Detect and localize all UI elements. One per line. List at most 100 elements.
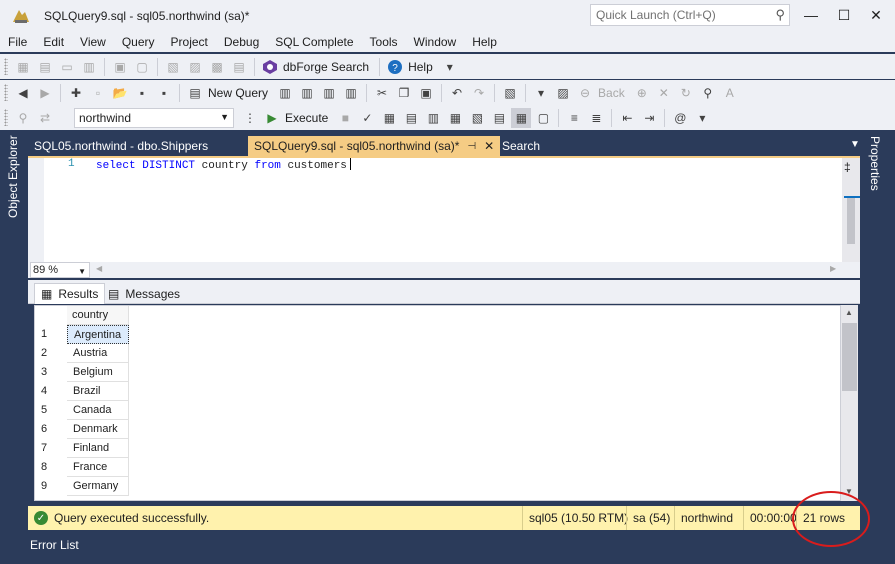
close-icon[interactable]: ✕ [484, 139, 494, 153]
grid-cell[interactable]: France [67, 458, 129, 477]
tab-search[interactable]: Search [496, 136, 546, 156]
scroll-thumb[interactable] [847, 198, 855, 244]
quick-launch-input[interactable]: Quick Launch (Ctrl+Q) ⚲ [590, 4, 790, 26]
back-button[interactable]: Back [598, 86, 625, 100]
report-icon[interactable]: ▩ [207, 57, 227, 77]
table-row[interactable]: 5 Canada [35, 401, 135, 420]
menu-edit[interactable]: Edit [35, 32, 72, 52]
help-button[interactable]: Help [408, 60, 433, 74]
split-icon[interactable]: ‡ [844, 160, 851, 174]
table-row[interactable]: 7 Finland [35, 439, 135, 458]
tab-messages[interactable]: ▤ Messages [102, 283, 186, 304]
redo-icon[interactable]: ↷ [469, 83, 489, 103]
dmx-query-icon[interactable]: ▥ [297, 83, 317, 103]
grid-cell[interactable]: Brazil [67, 382, 129, 401]
scroll-left-icon[interactable]: ◀ [96, 264, 102, 273]
menu-tools[interactable]: Tools [362, 32, 406, 52]
error-list-tab[interactable]: Error List [30, 538, 79, 552]
comment-icon[interactable]: ≡ [564, 108, 584, 128]
grid-cell[interactable]: Germany [67, 477, 129, 496]
results-to-grid-icon[interactable]: ▦ [511, 107, 532, 128]
chevron-down-icon[interactable]: ▾ [692, 108, 712, 128]
zoom-select[interactable]: 89 % ▼ [30, 262, 90, 278]
menu-project[interactable]: Project [163, 32, 216, 52]
cut-icon[interactable]: ✂ [372, 83, 392, 103]
toolbar-grip[interactable] [4, 58, 8, 75]
pin-icon[interactable]: ⊣ [467, 141, 476, 152]
results-to-file-icon[interactable]: ▢ [533, 108, 553, 128]
scroll-up-icon[interactable]: ▲ [845, 308, 853, 317]
paste-icon[interactable]: ▣ [416, 83, 436, 103]
grid-cell[interactable]: Canada [67, 401, 129, 420]
menu-view[interactable]: View [72, 32, 114, 52]
solution-dropdown-icon[interactable]: ▾ [531, 83, 551, 103]
save-all-icon[interactable]: ▪ [154, 83, 174, 103]
forward-icon[interactable]: ⊕ [632, 83, 652, 103]
grid-icon[interactable]: ▤ [35, 57, 55, 77]
open-file-icon[interactable]: 📂 [110, 83, 130, 103]
estimated-plan-icon[interactable]: ▦ [379, 108, 399, 128]
connect-icon[interactable]: ⚲ [13, 108, 33, 128]
table-row[interactable]: 1 Argentina [35, 325, 135, 344]
navigate-forward-icon[interactable]: ▶ [35, 83, 55, 103]
object-explorer-tab[interactable]: Object Explorer [6, 135, 20, 218]
refresh-icon[interactable]: ↻ [676, 83, 696, 103]
add-item-icon[interactable]: ▫ [88, 83, 108, 103]
save-icon[interactable]: ▪ [132, 83, 152, 103]
grid-cell[interactable]: Finland [67, 439, 129, 458]
include-plan-icon[interactable]: ▦ [445, 108, 465, 128]
dbforge-search-button[interactable]: dbForge Search [283, 60, 369, 74]
results-to-text-icon[interactable]: ▤ [489, 108, 509, 128]
column-header-country[interactable]: country [67, 306, 129, 325]
columns-icon[interactable]: ▥ [79, 57, 99, 77]
sql-file-icon[interactable]: ▢ [132, 57, 152, 77]
database-select[interactable]: northwind ▼ [74, 107, 234, 128]
table-row[interactable]: 4 Brazil [35, 382, 135, 401]
new-project-icon[interactable]: ✚ [66, 83, 86, 103]
chevron-down-icon[interactable]: ▾ [440, 57, 460, 77]
close-window-button[interactable]: ✕ [864, 4, 888, 26]
find-in-files-icon[interactable]: ▨ [553, 83, 573, 103]
dax-query-icon[interactable]: ▥ [341, 83, 361, 103]
uncomment-icon[interactable]: ≣ [586, 108, 606, 128]
new-query-button[interactable]: New Query [208, 86, 268, 100]
font-size-icon[interactable]: A [720, 83, 740, 103]
sync-icon[interactable]: ▨ [185, 57, 205, 77]
grid-cell[interactable]: Belgium [67, 363, 129, 382]
grid-cell[interactable]: Denmark [67, 420, 129, 439]
menu-help[interactable]: Help [464, 32, 505, 52]
cancel-query-icon[interactable]: ■ [335, 108, 355, 128]
find-icon[interactable]: ⚲ [698, 83, 718, 103]
compare-icon[interactable]: ▧ [163, 57, 183, 77]
query-editor[interactable]: 1 select DISTINCT country from customers [28, 158, 860, 262]
table-row[interactable]: 3 Belgium [35, 363, 135, 382]
table-row[interactable]: 2 Austria [35, 344, 135, 363]
grid-cell[interactable]: Austria [67, 344, 129, 363]
activity-monitor-icon[interactable]: ▧ [500, 83, 520, 103]
copy-icon[interactable]: ❐ [394, 83, 414, 103]
table-row[interactable]: 8 France [35, 458, 135, 477]
grid-cell[interactable]: Argentina [67, 325, 129, 344]
toolbar-grip[interactable] [4, 109, 8, 126]
mdx-query-icon[interactable]: ▥ [275, 83, 295, 103]
change-connection-icon[interactable]: ⇄ [35, 108, 55, 128]
decrease-indent-icon[interactable]: ⇤ [617, 108, 637, 128]
menu-sql-complete[interactable]: SQL Complete [267, 32, 361, 52]
query-designer-icon[interactable]: ▤ [401, 108, 421, 128]
tool-icon[interactable]: ▣ [110, 57, 130, 77]
xmla-query-icon[interactable]: ▥ [319, 83, 339, 103]
scroll-right-icon[interactable]: ▶ [830, 264, 836, 273]
table-row[interactable]: 9 Germany [35, 477, 135, 496]
execute-button[interactable]: Execute [285, 111, 328, 125]
menu-query[interactable]: Query [114, 32, 163, 52]
toolbar-grip[interactable] [4, 84, 8, 101]
properties-tab[interactable]: Properties [868, 136, 882, 191]
code-line[interactable]: select DISTINCT country from customers [96, 158, 351, 172]
tab-shippers[interactable]: SQL05.northwind - dbo.Shippers [28, 136, 214, 156]
scroll-thumb[interactable] [842, 323, 857, 391]
tab-sqlquery9[interactable]: SQLQuery9.sql - sql05.northwind (sa)* ⊣ … [248, 136, 501, 156]
results-scrollbar[interactable]: ▲ ▼ [841, 305, 858, 501]
tab-results[interactable]: ▦ Results [34, 283, 106, 304]
stop-icon[interactable]: ✕ [654, 83, 674, 103]
menu-debug[interactable]: Debug [216, 32, 267, 52]
